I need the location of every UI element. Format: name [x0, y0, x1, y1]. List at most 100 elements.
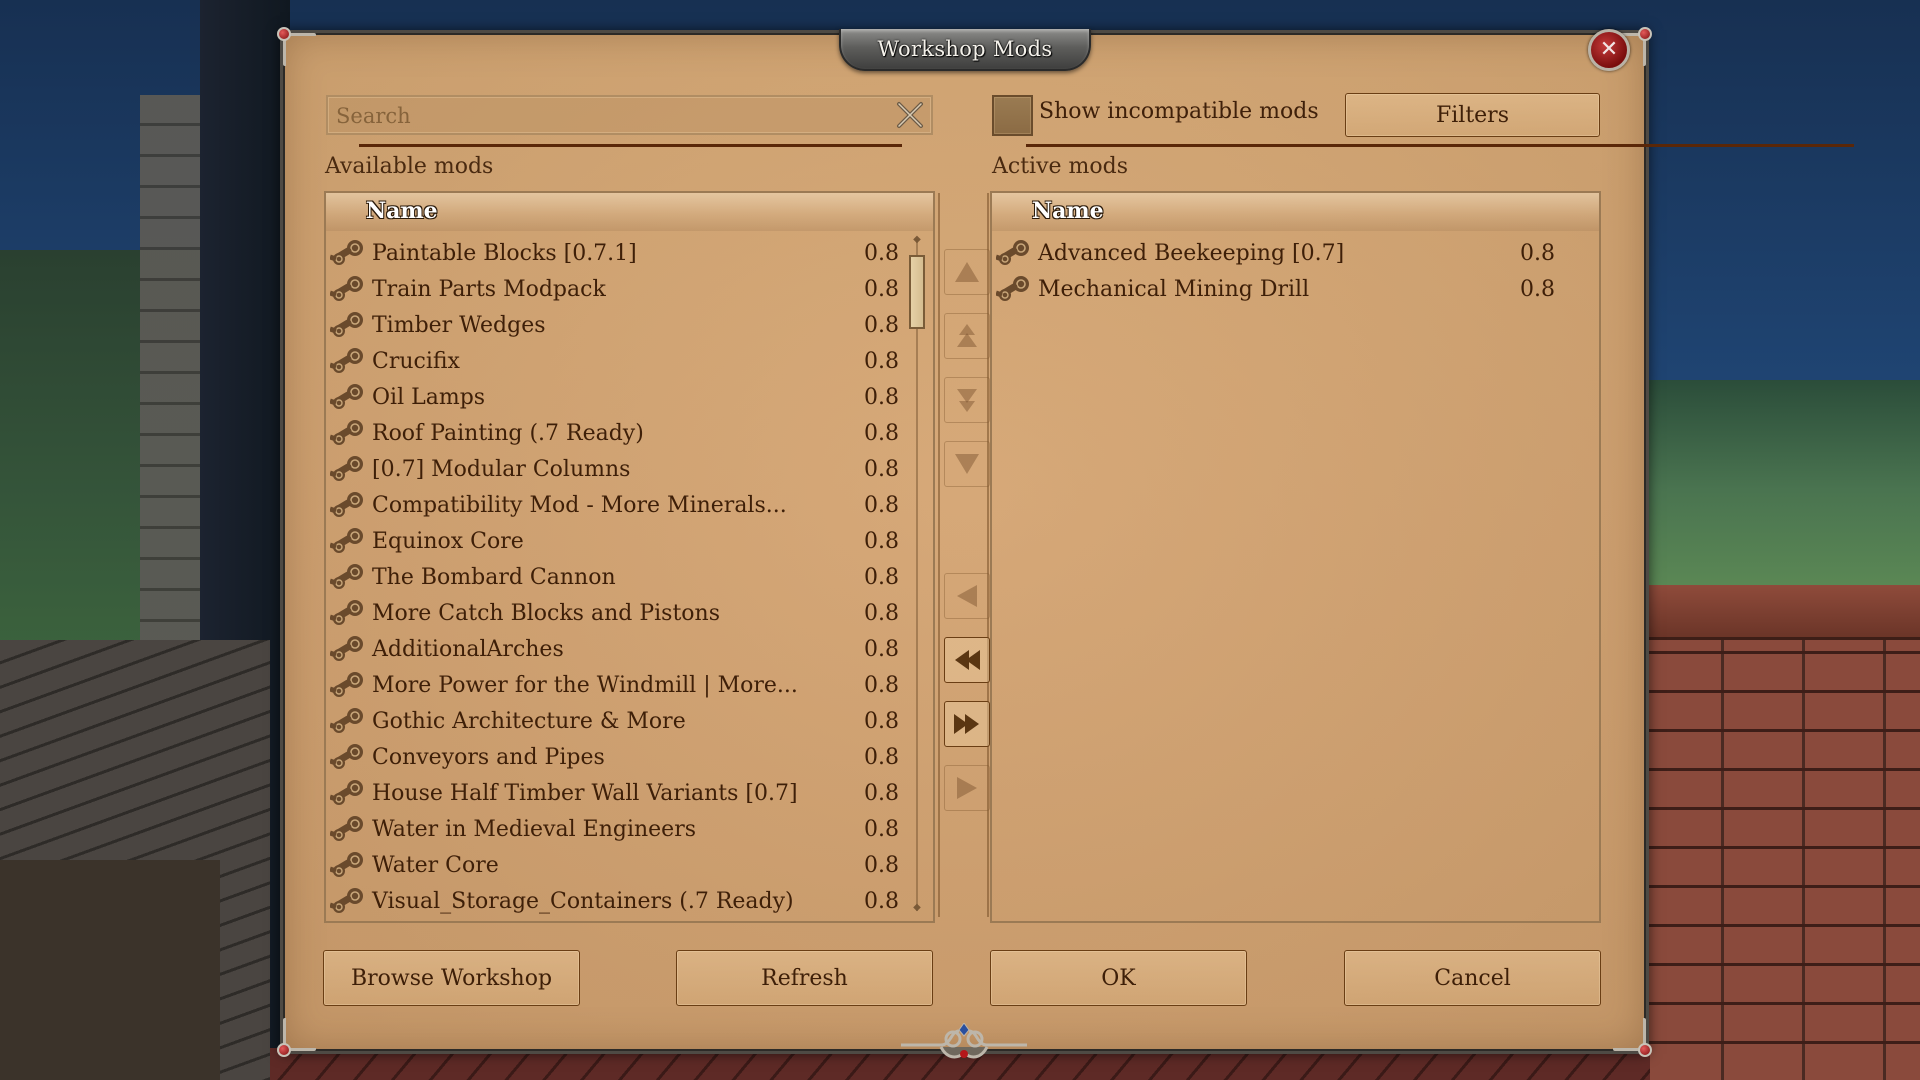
column-header-label: Name	[1032, 198, 1104, 224]
scrollbar-thumb[interactable]	[909, 255, 925, 329]
mod-version: 0.8	[864, 636, 899, 662]
mod-name: Train Parts Modpack	[372, 276, 606, 302]
mod-name: Timber Wedges	[372, 312, 546, 338]
available-mods-title: Available mods	[325, 154, 494, 179]
mod-row[interactable]: Oil Lamps 0.8	[326, 379, 933, 415]
mod-row[interactable]: Equinox Core 0.8	[326, 523, 933, 559]
steam-icon	[330, 312, 363, 337]
move-to-top-button[interactable]	[944, 249, 990, 295]
mod-row[interactable]: Compatibility Mod - More Minerals... 0.8	[326, 487, 933, 523]
column-header-name[interactable]: Name	[992, 193, 1599, 231]
browse-workshop-button[interactable]: Browse Workshop	[323, 950, 580, 1006]
triangle-up-icon	[955, 262, 979, 282]
steam-icon	[330, 816, 363, 841]
add-one-button[interactable]	[944, 765, 990, 811]
mod-row[interactable]: Crucifix 0.8	[326, 343, 933, 379]
mod-version: 0.8	[864, 564, 899, 590]
steam-icon	[330, 276, 363, 301]
mod-name: Equinox Core	[372, 528, 524, 554]
move-to-bottom-button[interactable]	[944, 441, 990, 487]
mod-version: 0.8	[864, 240, 899, 266]
mod-version: 0.8	[864, 420, 899, 446]
steam-icon	[330, 384, 363, 409]
mod-row[interactable]: Water Core 0.8	[326, 847, 933, 883]
mod-row[interactable]: Water in Medieval Engineers 0.8	[326, 811, 933, 847]
clear-x-icon[interactable]	[895, 100, 925, 130]
mod-row[interactable]: Train Parts Modpack 0.8	[326, 271, 933, 307]
double-right-icon	[954, 714, 979, 734]
mod-row[interactable]: House Half Timber Wall Variants [0.7] 0.8	[326, 775, 933, 811]
steam-icon	[996, 276, 1029, 301]
triangle-down-icon	[955, 454, 979, 474]
steam-icon	[330, 636, 363, 661]
mod-row[interactable]: [0.7] Modular Columns 0.8	[326, 451, 933, 487]
corner-ornament	[1612, 1017, 1652, 1057]
mod-name: Gothic Architecture & More	[372, 708, 686, 734]
column-header-label: Name	[366, 198, 438, 224]
steam-icon	[330, 420, 363, 445]
move-down-button[interactable]	[944, 377, 990, 423]
double-left-icon	[955, 650, 980, 670]
mod-name: Water in Medieval Engineers	[372, 816, 697, 842]
house-left	[0, 860, 220, 1080]
mod-row[interactable]: Visual_Storage_Containers (.7 Ready) 0.8	[326, 883, 933, 919]
mod-row[interactable]: Roof Painting (.7 Ready) 0.8	[326, 415, 933, 451]
steam-icon	[330, 780, 363, 805]
mod-row[interactable]: AdditionalArches 0.8	[326, 631, 933, 667]
search-underline	[359, 144, 902, 147]
mod-version: 0.8	[864, 816, 899, 842]
mod-row[interactable]: Conveyors and Pipes 0.8	[326, 739, 933, 775]
show-incompatible-label[interactable]: Show incompatible mods	[1039, 99, 1319, 124]
ok-button[interactable]: OK	[990, 950, 1247, 1006]
mod-name: Oil Lamps	[372, 384, 486, 410]
steam-icon	[996, 240, 1029, 265]
steam-icon	[330, 456, 363, 481]
close-button[interactable]: ✕	[1588, 29, 1630, 71]
mod-version: 0.8	[864, 384, 899, 410]
scroll-down-cap-icon: ◆	[913, 902, 921, 913]
mod-name: More Power for the Windmill | More...	[372, 672, 798, 698]
mod-version: 0.8	[864, 780, 899, 806]
tiled-roof-right	[1643, 590, 1920, 1080]
mod-version: 0.8	[864, 852, 899, 878]
mod-version: 0.8	[864, 312, 899, 338]
mod-row[interactable]: Advanced Beekeeping [0.7] 0.8	[992, 235, 1599, 271]
column-header-name[interactable]: Name	[326, 193, 933, 231]
mod-version: 0.8	[864, 744, 899, 770]
steam-icon	[330, 852, 363, 877]
mod-row[interactable]: Mechanical Mining Drill 0.8	[992, 271, 1599, 307]
search-field[interactable]	[326, 95, 933, 135]
available-mods-list[interactable]: Name Paintable Blocks [0.7.1] 0.8 Train Pa…	[324, 191, 935, 923]
steam-icon	[330, 744, 363, 769]
active-mods-title: Active mods	[992, 154, 1129, 179]
active-mods-list[interactable]: Name Advanced Beekeeping [0.7] 0.8 Mechani…	[990, 191, 1601, 923]
mod-version: 0.8	[864, 888, 899, 914]
search-input[interactable]	[334, 97, 878, 135]
dialog-title: Workshop Mods	[877, 37, 1053, 61]
scrollbar-track[interactable]	[916, 239, 918, 911]
mod-row[interactable]: More Catch Blocks and Pistons 0.8	[326, 595, 933, 631]
mod-version: 0.8	[864, 528, 899, 554]
mod-row[interactable]: More Power for the Windmill | More... 0.8	[326, 667, 933, 703]
steam-icon	[330, 528, 363, 553]
show-incompatible-checkbox[interactable]	[992, 95, 1033, 136]
filters-button[interactable]: Filters	[1345, 93, 1600, 137]
mod-row[interactable]: Paintable Blocks [0.7.1] 0.8	[326, 235, 933, 271]
steam-icon	[330, 708, 363, 733]
steam-icon	[330, 240, 363, 265]
mod-row[interactable]: Gothic Architecture & More 0.8	[326, 703, 933, 739]
steam-icon	[330, 672, 363, 697]
remove-one-button[interactable]	[944, 573, 990, 619]
dialog-title-tab: Workshop Mods	[839, 29, 1091, 71]
refresh-button[interactable]: Refresh	[676, 950, 933, 1006]
add-all-button[interactable]	[944, 701, 990, 747]
remove-all-button[interactable]	[944, 637, 990, 683]
mod-version: 0.8	[864, 708, 899, 734]
cancel-button[interactable]: Cancel	[1344, 950, 1601, 1006]
mod-row[interactable]: Timber Wedges 0.8	[326, 307, 933, 343]
active-rows: Advanced Beekeeping [0.7] 0.8 Mechanical M…	[992, 235, 1599, 307]
move-up-button[interactable]	[944, 313, 990, 359]
bottom-ornament	[901, 1023, 1027, 1059]
mod-row[interactable]: The Bombard Cannon 0.8	[326, 559, 933, 595]
mod-name: Conveyors and Pipes	[372, 744, 605, 770]
